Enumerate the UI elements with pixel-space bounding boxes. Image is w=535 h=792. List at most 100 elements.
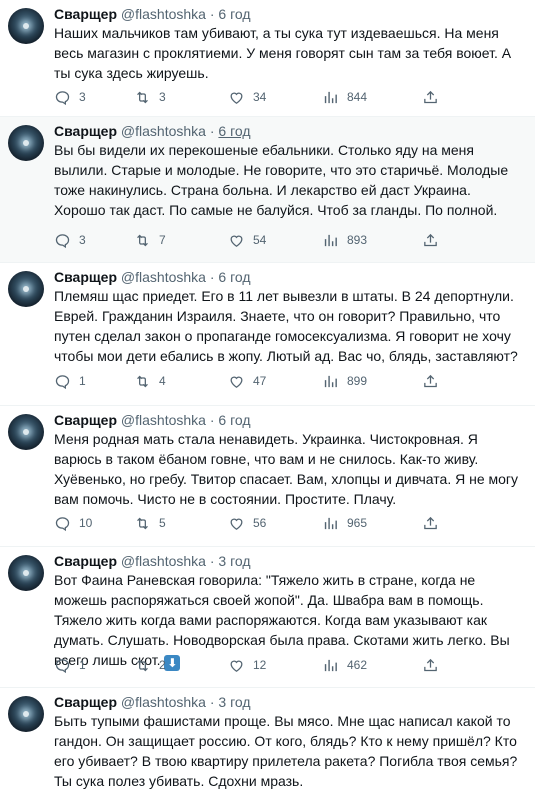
views-icon	[324, 517, 337, 530]
retweet-count: 3	[159, 90, 166, 104]
like-count: 12	[253, 658, 267, 672]
reply-count: 1	[79, 374, 86, 388]
tweet-actions: 10 5 56 965	[54, 515, 454, 533]
author-name[interactable]: Сварщер	[54, 412, 117, 428]
retweet-icon	[137, 375, 148, 388]
reply-button[interactable]: 1	[54, 373, 86, 390]
tweet[interactable]: Сварщер @flashtoshka · 6 год Племяш щас …	[0, 263, 535, 406]
tweet-actions: 3 3 34 844	[54, 89, 454, 107]
avatar[interactable]	[8, 414, 44, 450]
reply-icon	[55, 659, 70, 674]
reply-count: 1	[79, 658, 86, 672]
avatar[interactable]	[8, 696, 44, 732]
tweet-timestamp[interactable]: 6 год	[218, 412, 250, 428]
like-count: 56	[253, 516, 267, 530]
reply-count: 10	[79, 516, 93, 530]
like-button[interactable]: 47	[228, 373, 266, 390]
views-button[interactable]: 462	[322, 657, 367, 674]
views-icon	[324, 375, 337, 388]
reply-icon	[55, 91, 70, 106]
tweet-text: Меня родная мать стала ненавидеть. Украи…	[54, 431, 519, 507]
reply-button[interactable]: 3	[54, 89, 86, 106]
like-button[interactable]: 34	[228, 89, 266, 106]
share-icon	[424, 374, 437, 388]
like-button[interactable]: 12	[228, 657, 266, 674]
avatar[interactable]	[8, 555, 44, 591]
share-button[interactable]	[422, 657, 439, 674]
like-icon	[230, 376, 243, 388]
tweet-actions: 1 2 12 462	[54, 657, 454, 675]
like-count: 47	[253, 374, 267, 388]
reply-count: 3	[79, 233, 86, 247]
views-button[interactable]: 893	[322, 232, 367, 249]
views-count: 893	[347, 233, 368, 247]
retweet-button[interactable]: 5	[134, 515, 166, 532]
author-handle[interactable]: @flashtoshka	[121, 123, 206, 139]
retweet-icon	[137, 91, 148, 104]
views-icon	[324, 91, 337, 104]
tweet-header: Сварщер @flashtoshka · 3 год	[54, 693, 524, 711]
author-name[interactable]: Сварщер	[54, 694, 117, 710]
views-button[interactable]: 844	[322, 89, 367, 106]
reply-icon	[55, 517, 70, 532]
views-button[interactable]: 899	[322, 373, 367, 390]
tweet[interactable]: Сварщер @flashtoshka · 6 год Наших мальч…	[0, 0, 535, 117]
tweet-timestamp[interactable]: 6 год	[218, 6, 250, 22]
retweet-button[interactable]: 7	[134, 232, 166, 249]
retweet-button[interactable]: 3	[134, 89, 166, 106]
like-button[interactable]: 54	[228, 232, 266, 249]
tweet-timestamp[interactable]: 6 год	[218, 269, 250, 285]
reply-button[interactable]: 10	[54, 515, 92, 532]
tweet-text-block: Вот Фаина Раневская говорила: "Тяжело жи…	[54, 570, 524, 671]
share-button[interactable]	[422, 515, 439, 532]
views-button[interactable]: 965	[322, 515, 367, 532]
author-handle[interactable]: @flashtoshka	[121, 694, 206, 710]
share-button[interactable]	[422, 373, 439, 390]
tweet[interactable]: Сварщер @flashtoshka · 3 год Быть тупыми…	[0, 688, 535, 792]
separator-dot: ·	[209, 123, 215, 139]
share-icon	[424, 658, 437, 672]
tweet[interactable]: Сварщер @flashtoshka · 6 год Вы бы видел…	[0, 117, 535, 263]
avatar[interactable]	[8, 271, 44, 307]
separator-dot: ·	[209, 694, 215, 710]
like-icon	[230, 518, 243, 530]
tweet-text: Вот Фаина Раневская говорила: "Тяжело жи…	[54, 572, 510, 668]
tweet-actions: 1 4 47 899	[54, 373, 454, 391]
reply-icon	[55, 234, 70, 249]
views-icon	[324, 234, 337, 247]
author-name[interactable]: Сварщер	[54, 269, 117, 285]
like-button[interactable]: 56	[228, 515, 266, 532]
author-handle[interactable]: @flashtoshka	[121, 6, 206, 22]
retweet-count: 4	[159, 374, 166, 388]
author-handle[interactable]: @flashtoshka	[121, 412, 206, 428]
separator-dot: ·	[209, 6, 215, 22]
tweet-timestamp[interactable]: 3 год	[218, 553, 250, 569]
author-handle[interactable]: @flashtoshka	[121, 553, 206, 569]
like-icon	[230, 92, 243, 104]
retweet-button[interactable]: 4	[134, 373, 166, 390]
tweet-timestamp[interactable]: 6 год	[218, 123, 250, 139]
author-handle[interactable]: @flashtoshka	[121, 269, 206, 285]
like-icon	[230, 235, 243, 247]
author-name[interactable]: Сварщер	[54, 553, 117, 569]
tweet-header: Сварщер @flashtoshka · 6 год	[54, 5, 524, 23]
reply-button[interactable]: 3	[54, 232, 86, 249]
tweet[interactable]: Сварщер @flashtoshka · 3 год Вот Фаина Р…	[0, 547, 535, 688]
like-icon	[230, 660, 243, 672]
retweet-button[interactable]: 2	[134, 657, 166, 674]
views-icon	[324, 659, 337, 672]
share-button[interactable]	[422, 232, 439, 249]
author-name[interactable]: Сварщер	[54, 6, 117, 22]
avatar[interactable]	[8, 8, 44, 44]
views-count: 844	[347, 90, 368, 104]
share-button[interactable]	[422, 89, 439, 106]
reply-button[interactable]: 1	[54, 657, 86, 674]
author-name[interactable]: Сварщер	[54, 123, 117, 139]
reply-icon	[55, 375, 70, 390]
tweet[interactable]: Сварщер @flashtoshka · 6 год Меня родная…	[0, 406, 535, 547]
retweet-icon	[137, 234, 148, 247]
tweet-timestamp[interactable]: 3 год	[218, 694, 250, 710]
avatar[interactable]	[8, 125, 44, 161]
separator-dot: ·	[209, 412, 215, 428]
retweet-count: 5	[159, 516, 166, 530]
